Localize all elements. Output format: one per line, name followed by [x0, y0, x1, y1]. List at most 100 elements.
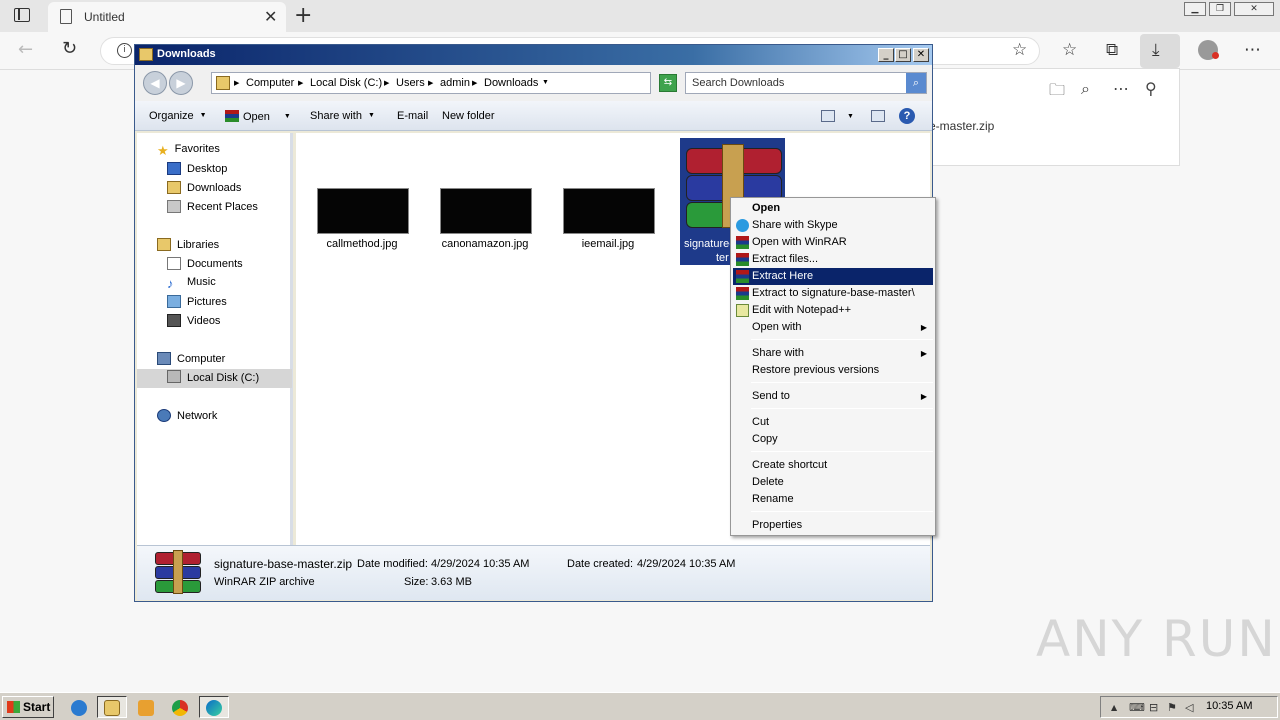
tray-expand-icon[interactable]: ▲	[1111, 703, 1117, 712]
menu-item-extract-files[interactable]: Extract files...	[733, 251, 933, 268]
menu-item-extract-to[interactable]: Extract to signature-base-master\	[733, 285, 933, 302]
breadcrumb[interactable]: ▶ Computer ▶ Local Disk (C:) ▶ Users ▶ a…	[211, 72, 722, 94]
add-favorite-icon[interactable]: ☆	[1012, 40, 1027, 60]
breadcrumb-computer[interactable]: Computer	[246, 77, 294, 89]
chevron-icon[interactable]: ▶	[384, 79, 389, 87]
back-icon[interactable]: ◀	[143, 71, 167, 95]
new-tab-icon[interactable]: +	[294, 3, 312, 28]
more-icon[interactable]: ⋯	[1113, 79, 1129, 98]
refresh-icon[interactable]: ⇆	[659, 74, 677, 92]
downloads-button[interactable]: ⤓	[1140, 34, 1180, 68]
menu-item-extract-here[interactable]: Extract Here	[733, 268, 933, 285]
clock[interactable]: 10:35 AM	[1206, 700, 1252, 712]
forward-icon[interactable]: ▶	[169, 71, 193, 95]
menu-item-open-with[interactable]: Open with ▶	[733, 319, 933, 336]
search-icon[interactable]: ⌕	[1081, 79, 1090, 99]
open-button[interactable]: Open ▼	[225, 110, 291, 123]
nav-recent-places[interactable]: Recent Places	[167, 200, 258, 218]
videos-icon	[167, 314, 181, 327]
close-window-icon[interactable]: ✕	[1234, 2, 1274, 16]
site-info-icon[interactable]: i	[117, 43, 132, 58]
file-thumbnail[interactable]	[563, 188, 655, 234]
chevron-icon[interactable]: ▶	[234, 79, 239, 87]
page-icon	[60, 9, 72, 24]
breadcrumb-local-disk[interactable]: Local Disk (C:)	[310, 77, 382, 89]
keyboard-icon[interactable]: ⌨	[1129, 701, 1145, 714]
nav-documents[interactable]: Documents	[167, 257, 243, 275]
maximize-icon[interactable]: □	[895, 48, 911, 62]
restore-icon[interactable]: ❐	[1209, 2, 1231, 16]
nav-libraries[interactable]: Libraries	[157, 238, 219, 256]
explorer-title-bar[interactable]: Downloads _ □ ✕	[135, 45, 932, 65]
preview-pane-icon[interactable]	[871, 110, 885, 122]
media-player-taskbar-icon[interactable]	[131, 696, 161, 718]
favorites-icon[interactable]: ☆	[1062, 40, 1077, 60]
download-file-name[interactable]: e-master.zip	[929, 119, 994, 133]
nav-desktop[interactable]: Desktop	[167, 162, 227, 180]
menu-item-rename[interactable]: Rename	[733, 491, 933, 508]
ie-taskbar-icon[interactable]	[64, 696, 94, 718]
chrome-taskbar-icon[interactable]	[165, 696, 195, 718]
menu-item-copy[interactable]: Copy	[733, 431, 933, 448]
nav-music[interactable]: ♪ Music	[167, 276, 216, 294]
menu-item-restore-versions[interactable]: Restore previous versions	[733, 362, 933, 379]
explorer-taskbar-icon[interactable]	[97, 696, 127, 718]
share-with-button[interactable]: Share with ▼	[310, 110, 375, 122]
menu-item-edit-notepad[interactable]: Edit with Notepad++	[733, 302, 933, 319]
nav-favorites[interactable]: ★ Favorites	[157, 143, 220, 161]
file-name[interactable]: canonamazon.jpg	[425, 238, 545, 250]
nav-downloads[interactable]: Downloads	[167, 181, 241, 199]
menu-item-share-skype[interactable]: Share with Skype	[733, 217, 933, 234]
volume-icon[interactable]: ◁	[1185, 701, 1193, 714]
menu-item-send-to[interactable]: Send to ▶	[733, 388, 933, 405]
breadcrumb-admin[interactable]: admin	[440, 77, 470, 89]
refresh-icon[interactable]: ↻	[62, 38, 77, 59]
search-icon[interactable]: ⌕	[906, 73, 926, 93]
change-view-icon[interactable]	[821, 110, 835, 122]
menu-item-delete[interactable]: Delete	[733, 474, 933, 491]
chevron-down-icon[interactable]: ▼	[542, 79, 549, 86]
file-name[interactable]: callmethod.jpg	[302, 238, 422, 250]
close-icon[interactable]: ✕	[913, 48, 929, 62]
minimize-icon[interactable]: ▁	[1184, 2, 1206, 16]
organize-button[interactable]: Organize ▼	[149, 110, 207, 122]
file-name[interactable]: ieemail.jpg	[548, 238, 668, 250]
menu-item-open[interactable]: Open	[733, 200, 933, 217]
minimize-icon[interactable]: _	[878, 48, 894, 62]
profile-avatar[interactable]	[1198, 40, 1219, 60]
menu-item-open-winrar[interactable]: Open with WinRAR	[733, 234, 933, 251]
file-thumbnail[interactable]	[440, 188, 532, 234]
breadcrumb-users[interactable]: Users	[396, 77, 425, 89]
help-icon[interactable]: ?	[899, 108, 915, 124]
new-folder-button[interactable]: New folder	[442, 110, 495, 122]
back-icon[interactable]: ←	[18, 39, 33, 60]
menu-item-properties[interactable]: Properties	[733, 517, 933, 534]
view-dropdown-icon[interactable]: ▼	[847, 113, 854, 120]
pin-icon[interactable]: ⚲	[1145, 79, 1157, 98]
chevron-icon[interactable]: ▶	[428, 79, 433, 87]
more-options-icon[interactable]: ⋯	[1244, 40, 1261, 60]
open-folder-icon[interactable]: 🗀	[1049, 79, 1065, 106]
collections-icon[interactable]: ⧉	[1106, 40, 1118, 60]
menu-item-share-with[interactable]: Share with ▶	[733, 345, 933, 362]
search-input[interactable]: Search Downloads ⌕	[685, 72, 927, 94]
network-icon[interactable]: ⊟	[1149, 701, 1158, 714]
nav-computer[interactable]: Computer	[157, 352, 225, 370]
chevron-icon[interactable]: ▶	[298, 79, 303, 87]
nav-local-disk[interactable]: Local Disk (C:)	[137, 369, 292, 388]
tab-actions-icon[interactable]	[14, 8, 30, 22]
chevron-icon[interactable]: ▶	[472, 79, 477, 87]
edge-taskbar-icon[interactable]	[199, 696, 229, 718]
nav-pictures[interactable]: Pictures	[167, 295, 227, 313]
browser-tab[interactable]: Untitled ✕	[48, 2, 286, 32]
close-tab-icon[interactable]: ✕	[264, 7, 277, 26]
start-button[interactable]: Start	[2, 696, 54, 718]
file-thumbnail[interactable]	[317, 188, 409, 234]
nav-network[interactable]: Network	[157, 409, 217, 427]
menu-item-create-shortcut[interactable]: Create shortcut	[733, 457, 933, 474]
flag-icon[interactable]: ⚑	[1167, 701, 1177, 714]
nav-videos[interactable]: Videos	[167, 314, 220, 332]
breadcrumb-downloads[interactable]: Downloads	[484, 77, 538, 89]
menu-item-cut[interactable]: Cut	[733, 414, 933, 431]
email-button[interactable]: E-mail	[397, 110, 428, 122]
